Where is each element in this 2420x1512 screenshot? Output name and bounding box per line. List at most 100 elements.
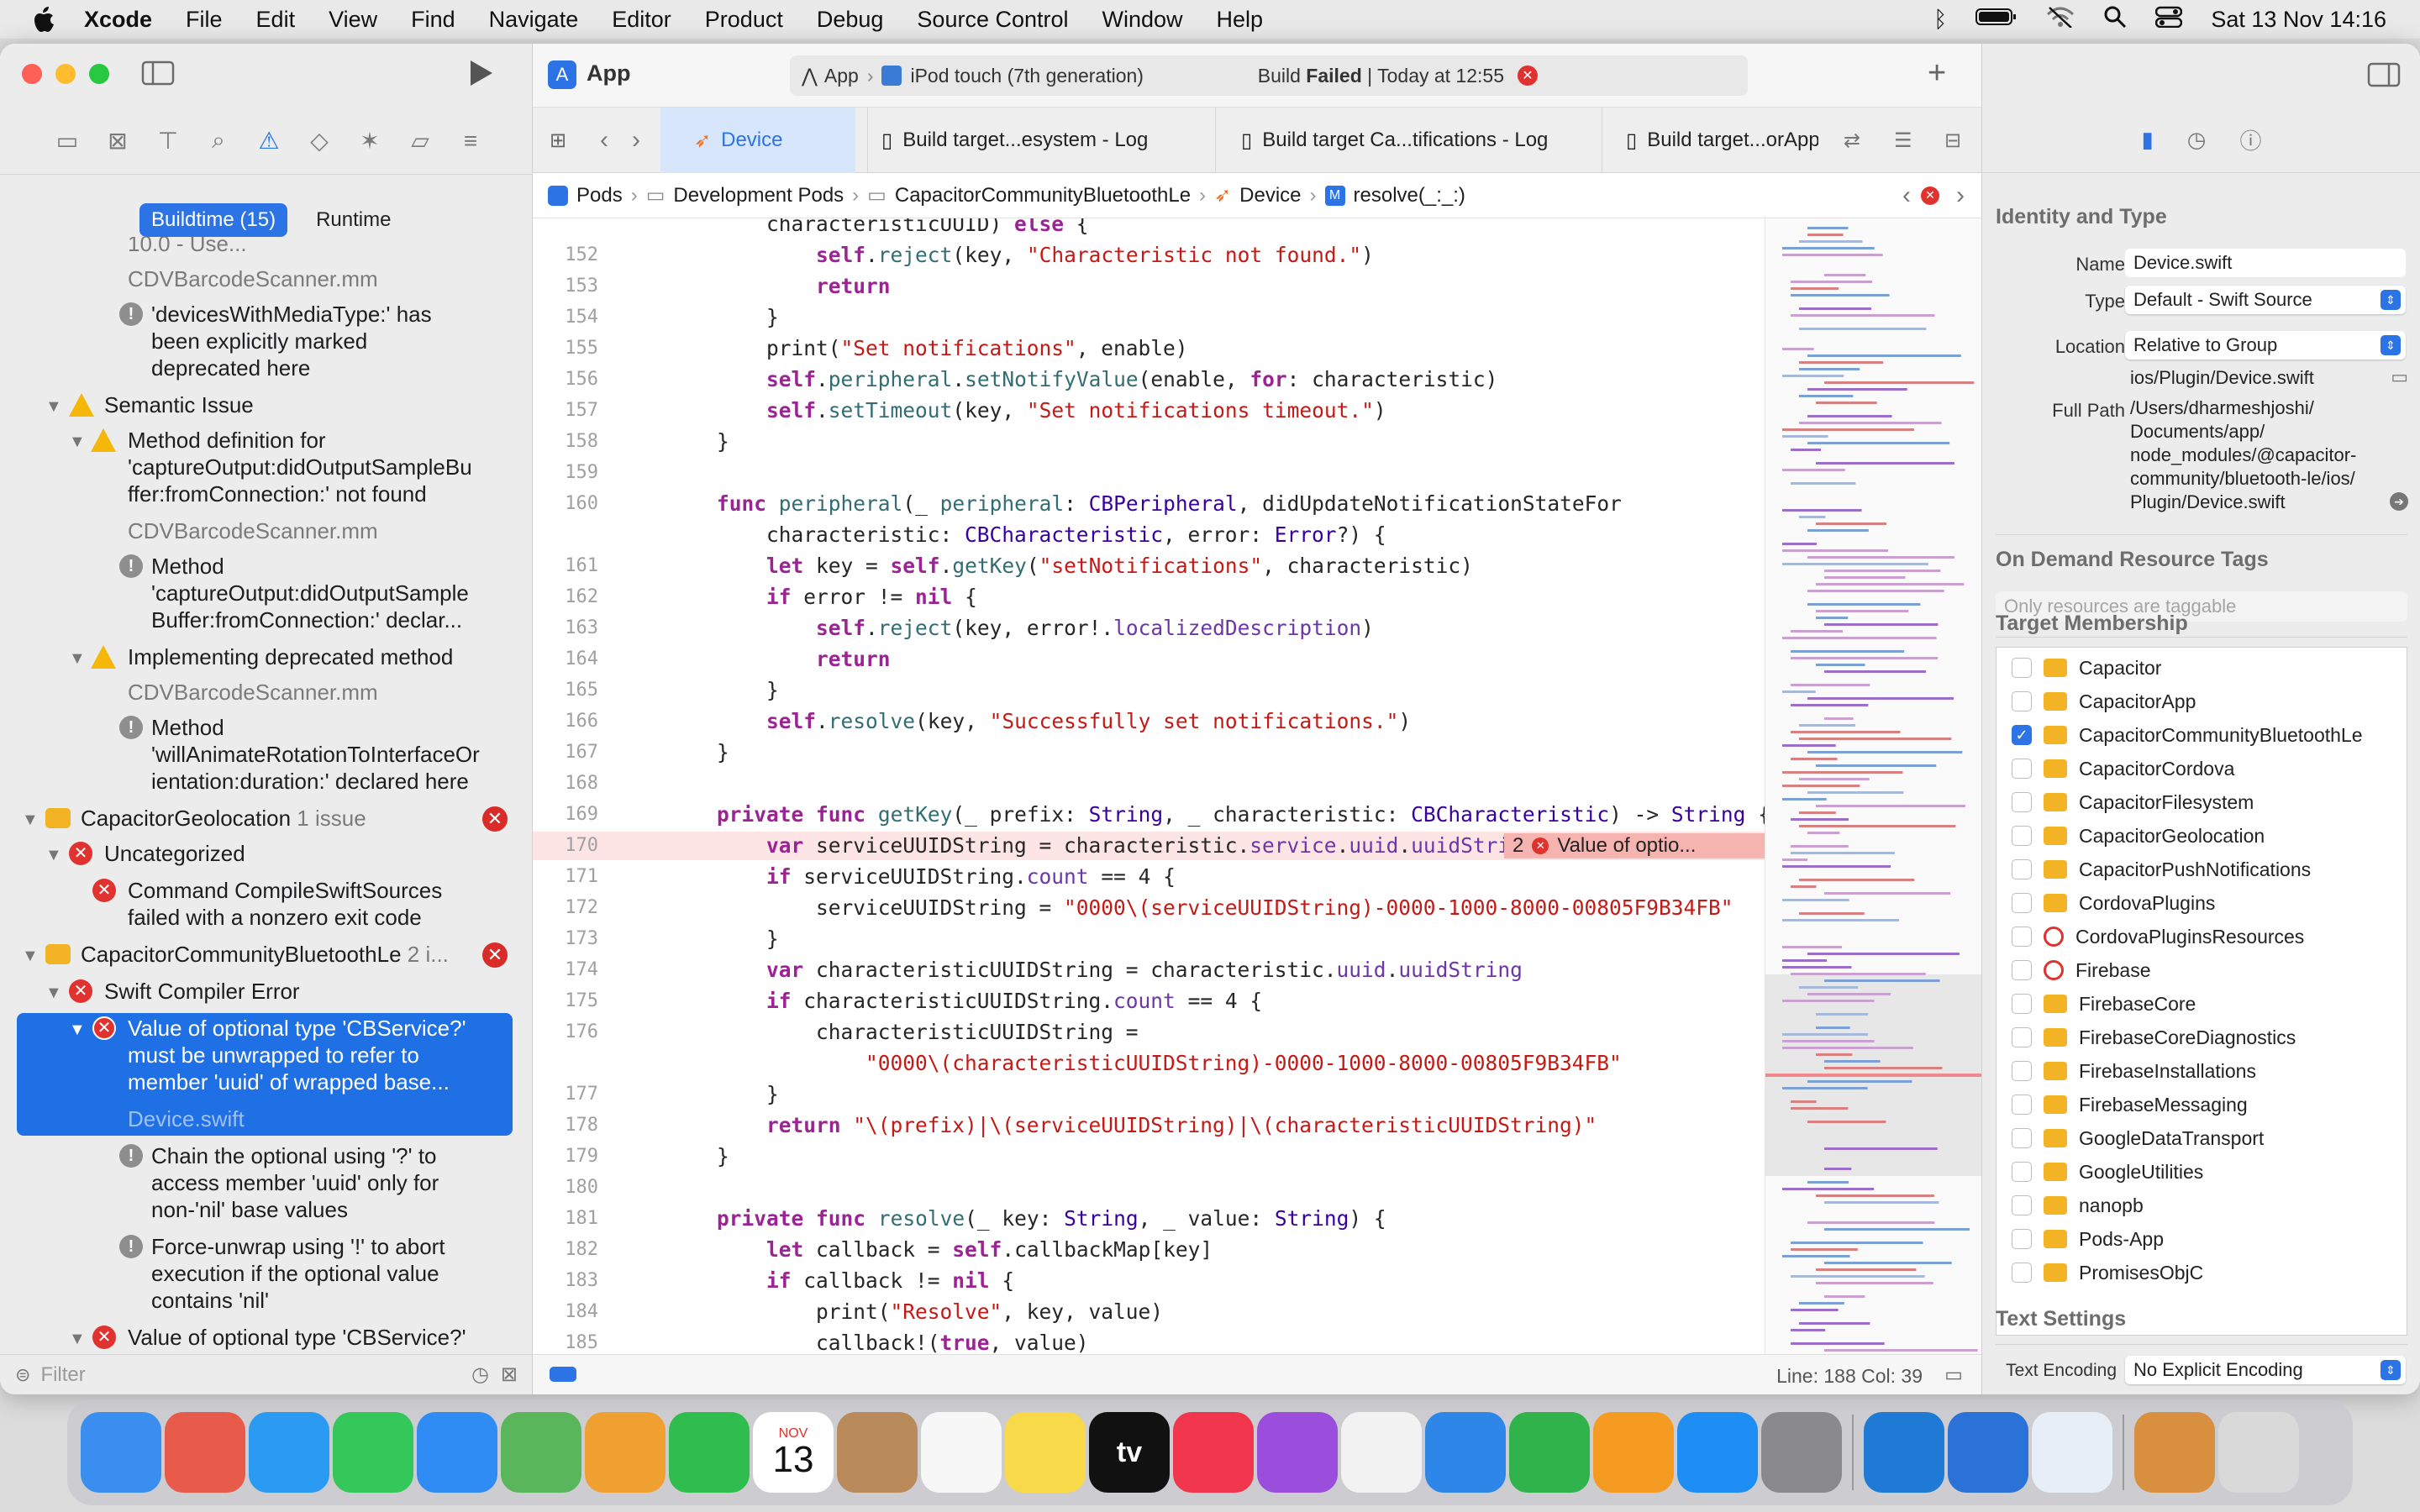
code-line[interactable]: 153 return [533,272,1765,301]
notes-icon[interactable] [1005,1412,1086,1493]
menu-navigate[interactable]: Navigate [489,7,579,33]
trash-icon[interactable] [2218,1412,2299,1493]
line-number[interactable]: 180 [533,1173,598,1202]
chevron-down-icon[interactable]: ▼ [69,1016,86,1043]
breakpoint-icon[interactable]: ▱ [405,126,435,156]
music-icon[interactable] [1173,1412,1254,1493]
target-checkbox[interactable] [2012,859,2032,879]
numbers-icon[interactable] [1509,1412,1590,1493]
grid-icon[interactable]: ⊞ [550,108,566,173]
chevron-left-icon[interactable]: ‹ [600,108,608,173]
target-checkbox[interactable] [2012,994,2032,1014]
tv-icon[interactable]: tv [1089,1412,1170,1493]
contacts-icon[interactable] [837,1412,918,1493]
target-checkbox[interactable] [2012,759,2032,779]
line-number[interactable]: 167 [533,738,598,767]
keynote-icon[interactable] [1425,1412,1506,1493]
target-item[interactable]: CapacitorApp [2012,685,2196,718]
code-line[interactable]: 171 if serviceUUIDString.count == 4 { [533,863,1765,891]
code-line[interactable]: 185 callback!(true, value) [533,1329,1765,1357]
code-line[interactable]: 155 print("Set notifications", enable) [533,334,1765,363]
file-inspector-icon[interactable]: ▮ [2141,127,2153,153]
tab-log[interactable]: ▯ Build target...esystem - Log [867,108,1215,173]
folder-icon[interactable]: ▭ [52,126,82,156]
minimize-window-button[interactable] [55,64,76,84]
sourcetree-icon[interactable] [2032,1412,2112,1493]
target-checkbox[interactable] [2012,927,2032,947]
mail-icon[interactable] [417,1412,497,1493]
code-line[interactable]: 162 if error != nil { [533,583,1765,612]
pages-icon[interactable] [1593,1412,1674,1493]
line-number[interactable]: 177 [533,1080,598,1109]
target-item[interactable]: ✓ CapacitorCommunityBluetoothLe [2012,718,2363,752]
line-number[interactable]: 155 [533,334,598,363]
target-checkbox[interactable] [2012,691,2032,711]
target-checkbox[interactable] [2012,792,2032,812]
tab-device[interactable]: ➶ Device [660,108,855,173]
target-item[interactable]: FirebaseCore [2012,987,2196,1021]
source-editor[interactable]: characteristicUUID) else {152 self.rejec… [533,218,1765,1394]
code-line[interactable]: 166 self.resolve(key, "Successfully set … [533,707,1765,736]
menu-file[interactable]: File [186,7,223,33]
target-item[interactable]: Capacitor [2012,651,2161,685]
apple-icon[interactable] [34,7,59,32]
jump-bluetooth-pod[interactable]: CapacitorCommunityBluetoothLe [895,184,1191,207]
launchpad-icon[interactable] [165,1412,245,1493]
news-icon[interactable] [1341,1412,1422,1493]
device-selector[interactable]: iPod touch (7th generation) [910,65,1143,87]
code-line[interactable]: characteristic: CBCharacteristic, error:… [533,521,1765,549]
photos-icon[interactable] [585,1412,666,1493]
menu-debug[interactable]: Debug [817,7,884,33]
tab-log[interactable]: ▯ Build target Ca...tifications - Log [1215,108,1602,173]
chevron-down-icon[interactable]: ▼ [45,842,62,869]
code-line[interactable]: 175 if characteristicUUIDString.count ==… [533,987,1765,1016]
facetime-icon[interactable] [669,1412,750,1493]
zoom-window-button[interactable] [89,64,109,84]
code-line[interactable]: 180 [533,1173,1765,1202]
code-line[interactable]: 157 self.setTimeout(key, "Set notificati… [533,396,1765,425]
line-number[interactable]: 166 [533,707,598,736]
folder-icon[interactable]: ▭ [2391,366,2408,388]
line-number[interactable]: 153 [533,272,598,301]
code-line[interactable]: 169 private func getKey(_ prefix: String… [533,801,1765,829]
line-number[interactable]: 174 [533,956,598,984]
target-item[interactable]: FirebaseCoreDiagnostics [2012,1021,2296,1054]
line-number[interactable]: 157 [533,396,598,425]
find-icon[interactable]: ⌕ [203,126,234,156]
error-icon[interactable]: ✕ [1921,186,1939,205]
code-line[interactable]: characteristicUUID) else { [533,218,1765,239]
menu-clock[interactable]: Sat 13 Nov 14:16 [2211,7,2386,33]
code-line[interactable]: 177 } [533,1080,1765,1109]
line-number[interactable]: 184 [533,1298,598,1326]
debug-area-toggle-icon[interactable]: ▭ [1944,1363,1963,1386]
system-preferences-icon[interactable] [1761,1412,1842,1493]
line-number[interactable]: 164 [533,645,598,674]
test-icon[interactable]: ◇ [304,126,334,156]
line-number[interactable]: 172 [533,894,598,922]
target-checkbox[interactable] [2012,1128,2032,1148]
target-checkbox[interactable] [2012,826,2032,846]
scheme-selector[interactable]: App [824,65,859,87]
tab-log[interactable]: ▯Build target...orApp - L [1602,108,1818,173]
safari-icon[interactable] [249,1412,329,1493]
code-line[interactable]: 161 let key = self.getKey("setNotificati… [533,552,1765,580]
type-select[interactable]: Default - Swift Source ⇕ [2125,286,2406,314]
inline-error-annotation[interactable]: 2 ✕ Value of optio... [1504,833,1765,858]
line-number[interactable]: 165 [533,676,598,705]
target-checkbox[interactable] [2012,1229,2032,1249]
line-number[interactable]: 173 [533,925,598,953]
line-number[interactable]: 163 [533,614,598,643]
target-item[interactable]: GoogleUtilities [2012,1155,2203,1189]
menu-help[interactable]: Help [1217,7,1264,33]
chevron-down-icon[interactable]: ▼ [22,942,39,969]
appstore-icon[interactable] [1677,1412,1758,1493]
calendar-icon[interactable]: NOV 13 [753,1412,834,1493]
menu-view[interactable]: View [329,7,377,33]
bluetooth-icon[interactable]: ᛒ [1933,7,1947,33]
code-line[interactable]: 154 } [533,303,1765,332]
code-line[interactable]: 160 func peripheral(_ peripheral: CBPeri… [533,490,1765,518]
chevron-down-icon[interactable]: ▼ [69,1326,86,1352]
podcasts-icon[interactable] [1257,1412,1338,1493]
jump-development-pods[interactable]: Development Pods [673,184,844,207]
target-checkbox[interactable] [2012,1027,2032,1047]
